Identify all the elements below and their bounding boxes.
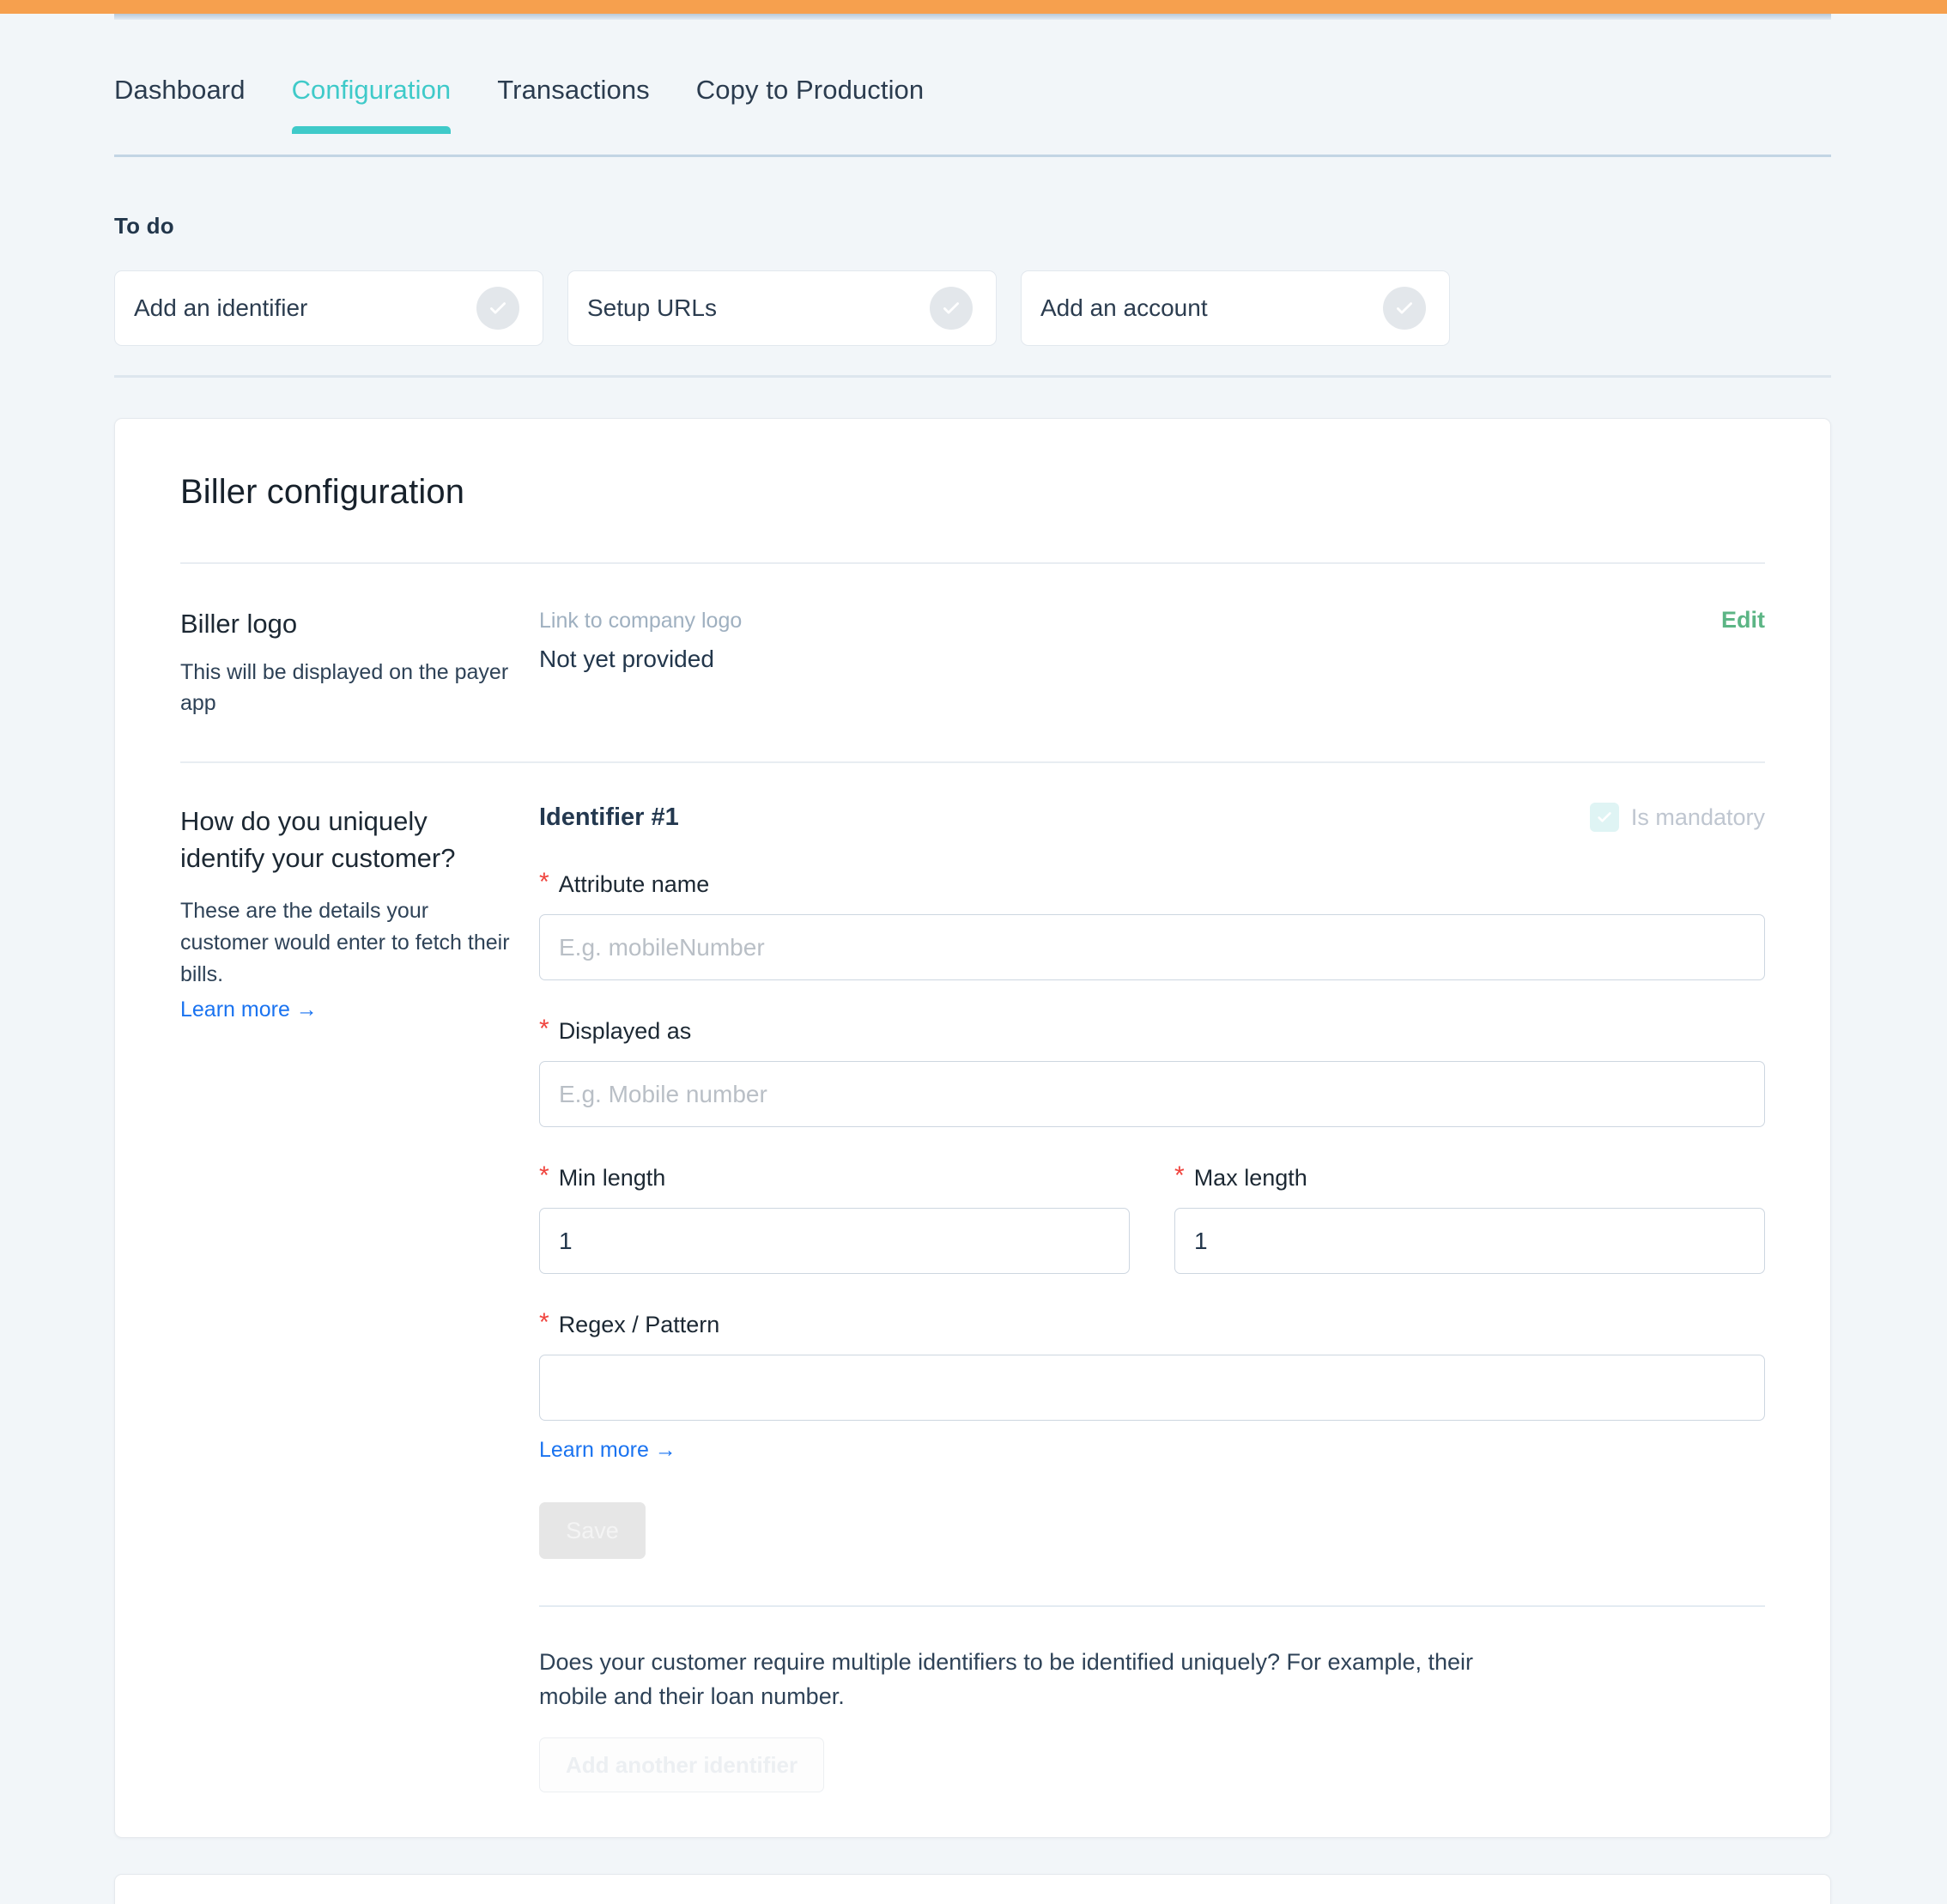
identifier-form-area: Identifier #1 Is mandatory *	[539, 803, 1765, 1792]
min-length-label-row: * Min length	[539, 1163, 1130, 1192]
tab-transactions-label: Transactions	[497, 75, 650, 105]
min-length-input[interactable]	[539, 1208, 1130, 1274]
checkbox-checked-icon	[1590, 803, 1619, 832]
tab-copy-to-production[interactable]: Copy to Production	[673, 64, 947, 106]
save-button[interactable]: Save	[539, 1502, 646, 1559]
identifier-question: How do you uniquely identify your custom…	[180, 803, 513, 876]
biller-logo-heading: Biller logo	[180, 607, 513, 641]
required-asterisk-icon: *	[1174, 1163, 1185, 1189]
logo-link-caption: Link to company logo	[539, 607, 1765, 634]
regex-pattern-label-row: * Regex / Pattern	[539, 1310, 1765, 1339]
identifier-description-text: These are the details your customer woul…	[180, 895, 513, 991]
attribute-name-label: Attribute name	[559, 870, 710, 899]
identifier-title: Identifier #1	[539, 803, 679, 832]
displayed-as-input[interactable]	[539, 1061, 1765, 1127]
tab-configuration-label: Configuration	[292, 75, 452, 105]
active-tab-indicator	[292, 126, 452, 134]
next-configuration-card	[114, 1874, 1831, 1904]
biller-configuration-card: Biller configuration Biller logo This wi…	[114, 418, 1831, 1838]
identifier-form-divider	[539, 1605, 1765, 1607]
max-length-label: Max length	[1194, 1163, 1307, 1192]
max-length-label-row: * Max length	[1174, 1163, 1765, 1192]
displayed-as-group: * Displayed as	[539, 1016, 1765, 1127]
required-asterisk-icon: *	[539, 870, 549, 895]
top-accent-bar	[0, 0, 1947, 14]
required-asterisk-icon: *	[539, 1310, 549, 1336]
todo-title: To do	[114, 213, 1831, 240]
biller-logo-row: Biller logo This will be displayed on th…	[180, 564, 1765, 719]
todo-card-label: Add an identifier	[134, 294, 307, 322]
todo-card-add-identifier[interactable]: Add an identifier	[114, 270, 543, 346]
tab-dashboard[interactable]: Dashboard	[114, 64, 269, 106]
required-asterisk-icon: *	[539, 1163, 549, 1189]
todo-card-list: Add an identifier Setup URLs Add an acco…	[114, 270, 1831, 346]
todo-section: To do Add an identifier Setup URLs Add a…	[114, 213, 1831, 346]
logo-link-value: Not yet provided	[539, 644, 1765, 675]
tab-dashboard-label: Dashboard	[114, 75, 246, 105]
identifier-header: Identifier #1 Is mandatory	[539, 803, 1765, 832]
tab-copy-to-production-label: Copy to Production	[696, 75, 924, 105]
biller-logo-subtext: This will be displayed on the payer app	[180, 657, 513, 719]
biller-logo-description: Biller logo This will be displayed on th…	[180, 607, 539, 719]
max-length-input[interactable]	[1174, 1208, 1765, 1274]
check-circle-icon	[1383, 287, 1426, 330]
todo-card-label: Setup URLs	[587, 294, 717, 322]
attribute-name-group: * Attribute name	[539, 870, 1765, 980]
tab-transactions[interactable]: Transactions	[474, 64, 673, 106]
multi-identifier-text: Does your customer require multiple iden…	[539, 1645, 1483, 1713]
tab-configuration[interactable]: Configuration	[269, 64, 475, 106]
attribute-name-label-row: * Attribute name	[539, 870, 1765, 899]
todo-section-divider	[114, 375, 1831, 378]
todo-card-setup-urls[interactable]: Setup URLs	[567, 270, 997, 346]
attribute-name-input[interactable]	[539, 914, 1765, 980]
identifier-form: * Attribute name * Displayed as	[539, 870, 1765, 1792]
length-fields-row: * Min length * Max length	[539, 1163, 1765, 1274]
is-mandatory-label: Is mandatory	[1631, 804, 1765, 831]
check-circle-icon	[476, 287, 519, 330]
regex-pattern-group: * Regex / Pattern Learn more →	[539, 1310, 1765, 1463]
add-another-identifier-button[interactable]: Add another identifier	[539, 1737, 824, 1792]
main-navigation: Dashboard Configuration Transactions Cop…	[114, 64, 1831, 155]
page-title: Biller configuration	[180, 419, 1765, 512]
nav-divider	[114, 155, 1831, 157]
top-bar-shadow	[114, 14, 1831, 20]
displayed-as-label: Displayed as	[559, 1016, 692, 1046]
todo-card-add-account[interactable]: Add an account	[1021, 270, 1450, 346]
max-length-group: * Max length	[1174, 1163, 1765, 1274]
identifier-description: How do you uniquely identify your custom…	[180, 803, 539, 1792]
regex-pattern-input[interactable]	[539, 1355, 1765, 1421]
required-asterisk-icon: *	[539, 1016, 549, 1042]
page-root: Dashboard Configuration Transactions Cop…	[0, 0, 1947, 1904]
identifier-section: How do you uniquely identify your custom…	[180, 763, 1765, 1792]
min-length-label: Min length	[559, 1163, 666, 1192]
displayed-as-label-row: * Displayed as	[539, 1016, 1765, 1046]
edit-logo-button[interactable]: Edit	[1721, 607, 1765, 634]
check-circle-icon	[930, 287, 973, 330]
regex-pattern-label: Regex / Pattern	[559, 1310, 720, 1339]
identifier-learn-more-link[interactable]: Learn more →	[180, 997, 318, 1022]
is-mandatory-checkbox[interactable]: Is mandatory	[1590, 803, 1765, 832]
todo-card-label: Add an account	[1040, 294, 1208, 322]
min-length-group: * Min length	[539, 1163, 1130, 1274]
regex-learn-more-link[interactable]: Learn more →	[539, 1438, 676, 1463]
biller-logo-value-area: Link to company logo Not yet provided Ed…	[539, 607, 1765, 719]
